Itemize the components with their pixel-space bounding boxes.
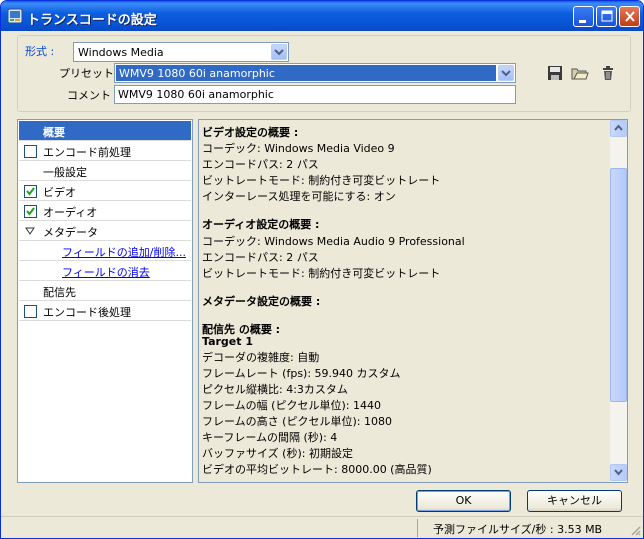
summary-line: フレームの幅 (ピクセル単位): 1440 [202,399,381,412]
summary-panel[interactable]: ビデオ設定の概要 : コーデック: Windows Media Video 9 … [198,119,628,483]
summary-line: コーデック: Windows Media Video 9 [202,142,395,155]
nav-item-label: 概要 [43,126,65,139]
checkmark-icon [26,207,35,216]
chevron-down-icon[interactable] [498,65,514,81]
nav-item-destination[interactable]: 配信先 [19,281,191,301]
close-button[interactable] [619,6,640,27]
status-bar: 予測ファイルサイズ/秒 : 3.53 MB [1,516,643,538]
nav-item-label: ビデオ [43,186,76,199]
checkmark-icon [26,187,35,196]
summary-line: キーフレームの間隔 (秒): 4 [202,431,338,444]
nav-item-summary[interactable]: 概要 [19,121,191,141]
checkbox[interactable] [24,305,37,318]
nav-item-label: メタデータ [43,226,98,239]
scroll-down-button[interactable] [610,464,627,481]
checkbox-checked[interactable] [24,185,37,198]
estimated-file-size: 予測ファイルサイズ/秒 : 3.53 MB [433,523,603,536]
chevron-down-icon[interactable] [271,44,287,60]
scroll-up-button[interactable] [610,120,627,137]
comment-value: WMV9 1080 60i anamorphic [118,88,274,101]
summary-line: エンコードパス: 2 パス [202,251,319,264]
window-title: トランスコードの設定 [27,13,157,28]
preset-select[interactable]: WMV9 1080 60i anamorphic [114,63,516,83]
title-bar[interactable]: トランスコードの設定 [1,1,643,31]
summary-line: エンコードパス: 2 パス [202,158,319,171]
nav-item-label: 配信先 [43,286,76,299]
chevron-down-icon [614,469,623,476]
app-icon [7,8,23,24]
nav-item-general[interactable]: 一般設定 [19,161,191,181]
nav-link-label[interactable]: フィールドの追加/削除... [62,244,186,260]
vertical-scrollbar[interactable] [610,120,627,482]
checkbox[interactable] [24,145,37,158]
format-value: Windows Media [78,46,164,59]
nav-item-pre-encode[interactable]: エンコード前処理 [19,141,191,161]
checkbox-checked[interactable] [24,205,37,218]
summary-line: フレームの高さ (ピクセル単位): 1080 [202,415,392,428]
summary-line: ピクセル縦横比: 4:3カスタム [202,383,348,396]
nav-item-label: エンコード前処理 [43,146,131,159]
audio-summary-heading: オーディオ設定の概要 : [202,218,320,231]
metadata-summary-heading: メタデータ設定の概要 : [202,295,321,308]
target-heading: Target 1 [202,335,254,348]
summary-line: ビットレートモード: 制約付き可変ビットレート [202,174,441,187]
minimize-icon [579,20,586,23]
preset-value: WMV9 1080 60i anamorphic [116,65,496,81]
nav-link-label[interactable]: フィールドの消去 [62,264,150,280]
comment-label: コメント : [67,89,119,102]
video-summary-heading: ビデオ設定の概要 : [202,126,299,139]
scrollbar-thumb[interactable] [610,168,627,402]
summary-line: フレームレート (fps): 59.940 カスタム [202,367,401,380]
summary-line: ビットレートモード: 制約付き可変ビットレート [202,267,441,280]
nav-item-label: オーディオ [43,206,98,219]
nav-item-clear-fields[interactable]: フィールドの消去 [19,261,191,281]
nav-item-metadata[interactable]: メタデータ [19,221,191,241]
nav-item-label: エンコード後処理 [43,306,131,319]
minimize-button[interactable] [573,6,594,27]
format-select[interactable]: Windows Media [73,42,289,62]
transcode-settings-window: トランスコードの設定 形式 : Windows Media プリセット : WM… [0,0,644,539]
comment-field[interactable]: WMV9 1080 60i anamorphic [114,85,516,104]
nav-item-post-encode[interactable]: エンコード後処理 [19,301,191,321]
expand-triangle-icon[interactable] [25,227,35,235]
maximize-button[interactable] [596,6,617,27]
chevron-up-icon [614,124,623,131]
nav-item-audio[interactable]: オーディオ [19,201,191,221]
summary-line: デコーダの複雑度: 自動 [202,351,320,364]
format-label: 形式 : [25,45,55,58]
nav-item-video[interactable]: ビデオ [19,181,191,201]
nav-item-add-remove-fields[interactable]: フィールドの追加/削除... [19,241,191,261]
close-icon [625,11,635,22]
nav-item-label: 一般設定 [43,166,87,179]
ok-button[interactable]: OK [416,490,511,512]
cancel-button[interactable]: キャンセル [527,490,622,512]
resize-grip-icon[interactable] [629,524,641,536]
settings-nav-list: 概要 エンコード前処理 一般設定 ビデオ オーディオ メタデータ フィールドの追… [17,119,193,483]
open-folder-icon[interactable] [571,64,589,82]
summary-line: バッファサイズ (秒): 初期設定 [202,447,353,460]
summary-line: インターレース処理を可能にする: オン [202,190,396,203]
trash-icon[interactable] [599,64,617,82]
summary-line: コーデック: Windows Media Audio 9 Professiona… [202,235,465,248]
preset-label: プリセット : [59,67,122,80]
save-icon[interactable] [546,64,564,82]
summary-line: ビデオの平均ビットレート: 8000.00 (高品質) [202,463,432,476]
maximize-icon [601,10,613,22]
status-separator [417,519,418,537]
